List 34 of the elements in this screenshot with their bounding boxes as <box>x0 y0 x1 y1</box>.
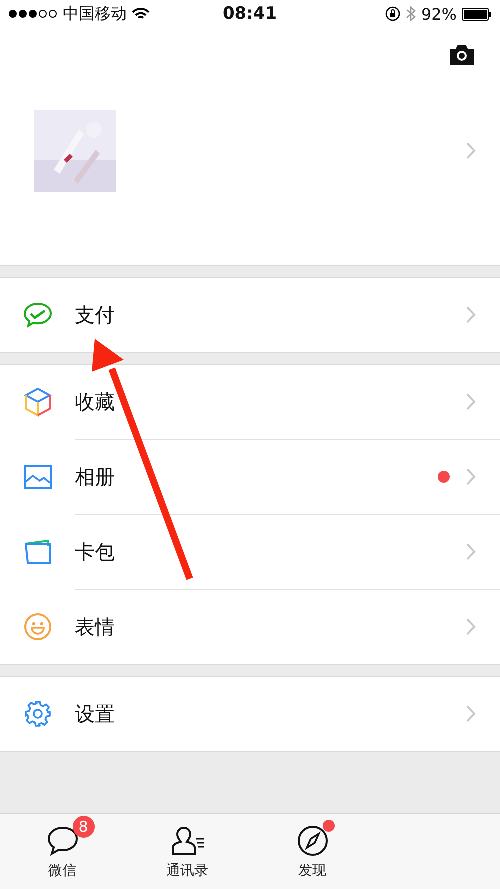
unread-badge: 8 <box>72 816 94 838</box>
chevron-icon <box>466 468 476 486</box>
chevron-icon <box>466 618 476 636</box>
chevron-icon <box>466 705 476 723</box>
bluetooth-icon <box>406 6 416 22</box>
battery-percent: 92% <box>421 4 457 24</box>
compass-icon <box>296 824 328 856</box>
chevron-icon <box>466 306 476 324</box>
wallet-icon <box>24 539 52 565</box>
menu-label: 表情 <box>75 614 116 640</box>
cube-icon <box>24 387 52 417</box>
signal-icon <box>8 9 58 19</box>
menu-label: 设置 <box>75 700 116 728</box>
battery-icon <box>462 8 492 20</box>
settings-icon <box>24 700 52 728</box>
menu-label: 相册 <box>75 464 116 490</box>
menu-label: 支付 <box>75 302 116 328</box>
contacts-icon <box>170 826 206 856</box>
wifi-icon <box>132 8 150 20</box>
chat-check-icon <box>22 302 52 328</box>
chevron-icon <box>466 393 476 411</box>
rotation-lock-icon <box>385 6 402 22</box>
tab-item[interactable]: 发现 <box>250 814 375 889</box>
menu-label: 卡包 <box>75 538 116 566</box>
smiley-icon <box>24 613 52 641</box>
camera-icon[interactable] <box>448 44 476 66</box>
image-icon <box>24 465 52 489</box>
tab-item[interactable]: 通讯录 <box>125 814 250 889</box>
clock-time: 08:41 <box>222 4 278 24</box>
chevron-icon <box>466 543 476 561</box>
tab-item[interactable]: 8 微信 <box>0 814 125 889</box>
carrier-name: 中国移动 <box>63 4 127 24</box>
menu-label: 收藏 <box>75 388 116 416</box>
chat-bubble-icon <box>46 826 78 856</box>
